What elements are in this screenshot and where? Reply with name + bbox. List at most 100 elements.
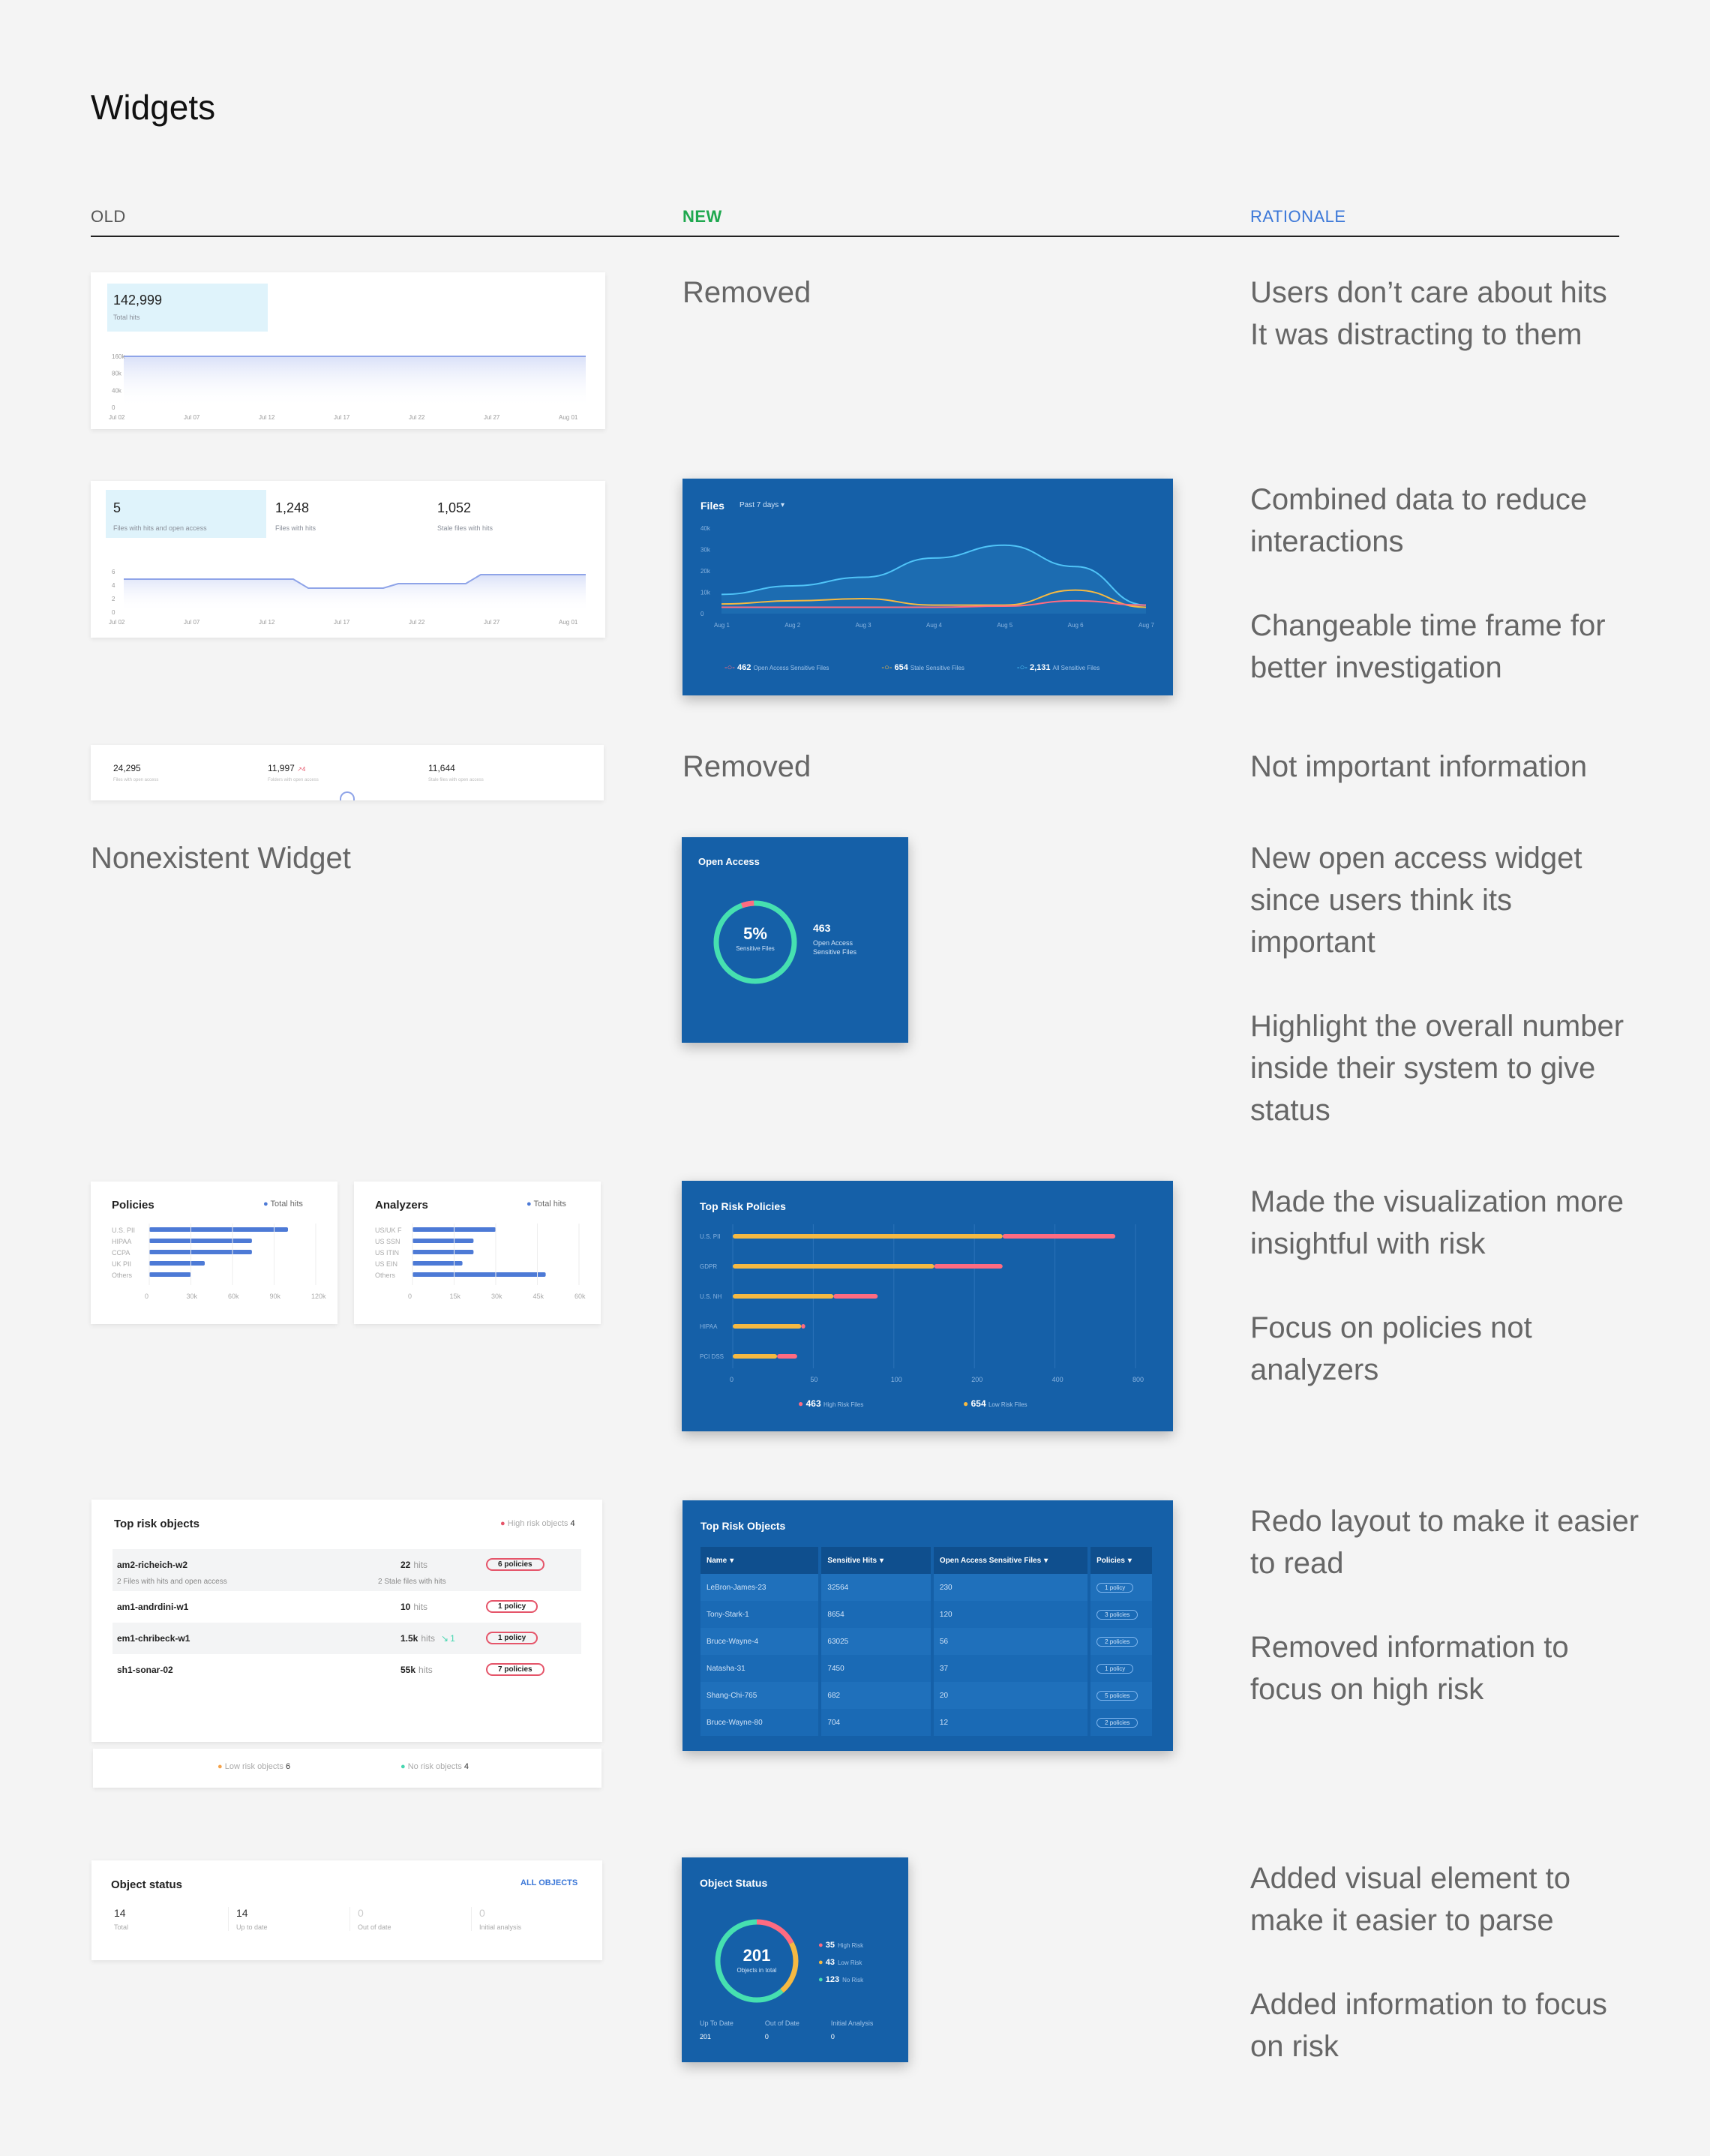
table-cell: Bruce-Wayne-80 <box>700 1709 822 1736</box>
trp-legend-low[interactable]: ● 654 Low Risk Files <box>963 1398 1028 1409</box>
bar[interactable] <box>412 1250 474 1254</box>
old2-stat-2-value[interactable]: 1,248 <box>275 500 309 516</box>
bar-high-risk[interactable] <box>1002 1234 1116 1239</box>
legend-open-access[interactable]: -○- 462 Open Access Sensitive Files <box>724 663 829 672</box>
policies-badge[interactable]: 1 policy <box>1096 1663 1134 1674</box>
table-cell: Natasha-31 <box>700 1655 822 1682</box>
column-header-label: Policies <box>1096 1556 1125 1565</box>
table-cell: 1 policy <box>1089 1574 1155 1601</box>
policies-badge[interactable]: 2 policies <box>1096 1636 1138 1647</box>
table-row[interactable]: em1-chribeck-w1 1.5k hits ↘ 1 1 policy <box>112 1623 581 1654</box>
status-stat: 14 Up to date <box>228 1907 350 1931</box>
status-legend-item[interactable]: ● 35 High Risk <box>818 1937 863 1954</box>
status-stat: 0 Out of date <box>350 1907 471 1931</box>
bar[interactable] <box>149 1250 252 1254</box>
status-stat-label: Up to date <box>236 1923 268 1931</box>
total-hits-label: Total hits <box>113 314 140 321</box>
open-access-value: 463 <box>813 922 831 934</box>
trp-legend-high-label: High Risk Files <box>823 1401 864 1408</box>
row4-old-nonexistent: Nonexistent Widget <box>91 842 351 875</box>
table-row[interactable]: am1-andrdini-w1 10 hits 1 policy <box>112 1591 581 1623</box>
legend-all[interactable]: -○- 2,131 All Sensitive Files <box>1017 663 1100 672</box>
object-hits: 1.5k hits ↘ 1 <box>400 1633 455 1644</box>
category-label: U.S. PII <box>112 1227 135 1234</box>
bar-low-risk[interactable] <box>733 1294 834 1299</box>
status-legend-item[interactable]: ● 123 No Risk <box>818 1971 863 1989</box>
bar-high-risk[interactable] <box>777 1354 797 1359</box>
table-cell: 63025 <box>820 1628 934 1655</box>
table-row[interactable]: Bruce-Wayne-80 704 12 2 policies <box>700 1709 1155 1736</box>
x-tick-label: 30k <box>187 1293 198 1300</box>
table-row[interactable]: Bruce-Wayne-4 63025 56 2 policies <box>700 1628 1155 1655</box>
policies-badge[interactable]: 1 policy <box>486 1600 538 1613</box>
legend-stale[interactable]: -○- 654 Stale Sensitive Files <box>881 663 964 672</box>
bar-low-risk[interactable] <box>733 1264 934 1269</box>
table-row[interactable]: Natasha-31 7450 37 1 policy <box>700 1655 1155 1682</box>
bar[interactable] <box>149 1272 191 1277</box>
bar[interactable] <box>412 1261 463 1266</box>
tro-old-list: am2-richeich-w2 22 hits 6 policies 2 Files w… <box>112 1549 581 1686</box>
policies-legend: ● Total hits <box>263 1200 303 1209</box>
row4-rationale-p1: New open access widget since users think… <box>1250 842 1582 959</box>
table-row[interactable]: sh1-sonar-02 55k hits 7 policies <box>112 1654 581 1686</box>
trp-legend-high-value: 463 <box>806 1398 821 1409</box>
bar-low-risk[interactable] <box>733 1354 778 1359</box>
trp-legend-high[interactable]: ● 463 High Risk Files <box>798 1398 863 1409</box>
x-tick-label: Jul 22 <box>409 619 425 626</box>
open-access-widget: Open Access 5% Sensitive Files 463 Open … <box>682 837 908 1043</box>
table-row[interactable]: Tony-Stark-1 8654 120 3 policies <box>700 1601 1155 1628</box>
old3-stat-1-value: 24,295 <box>113 763 141 773</box>
old-total-hits-widget: 142,999 Total hits 160k 80k 40k 0 Jul 02 Jul… <box>91 272 605 429</box>
bar-low-risk[interactable] <box>733 1324 802 1329</box>
total-hits-chart: 160k 80k 40k 0 Jul 02 Jul 07 Jul 12 Jul 17 Jul … <box>109 353 586 421</box>
bar-high-risk[interactable] <box>801 1324 806 1329</box>
new-object-status-widget: Object Status 201 Objects in total ● 35 H… <box>682 1857 908 2062</box>
legend-open-access-value: 462 <box>737 663 752 672</box>
bar[interactable] <box>149 1227 288 1232</box>
old2-stat-3-value[interactable]: 1,052 <box>437 500 471 516</box>
object-name: am2-richeich-w2 <box>117 1560 188 1570</box>
expand-handle-icon[interactable] <box>340 791 355 800</box>
x-tick-label: Jul 12 <box>259 619 275 626</box>
category-label: GDPR <box>700 1263 717 1270</box>
column-header[interactable]: Name ▾ <box>700 1547 822 1574</box>
policies-badge[interactable]: 1 policy <box>1096 1582 1134 1593</box>
policies-badge[interactable]: 7 policies <box>486 1663 544 1676</box>
status-legend-item[interactable]: ● 43 Low Risk <box>818 1954 863 1971</box>
column-header[interactable]: Policies ▾ <box>1089 1547 1155 1574</box>
column-header[interactable]: Open Access Sensitive Files ▾ <box>932 1547 1091 1574</box>
column-header-rationale: RATIONALE <box>1250 207 1346 226</box>
table-cell: LeBron-James-23 <box>700 1574 822 1601</box>
all-objects-link[interactable]: ALL OBJECTS <box>520 1878 578 1887</box>
column-header[interactable]: Sensitive Hits ▾ <box>820 1547 934 1574</box>
table-row[interactable]: am2-richeich-w2 22 hits 6 policies 2 Files w… <box>112 1549 581 1591</box>
bar-low-risk[interactable] <box>733 1234 1003 1239</box>
column-header-label: Name <box>706 1556 728 1565</box>
bar-high-risk[interactable] <box>934 1264 1003 1269</box>
bar[interactable] <box>149 1261 205 1266</box>
policies-badge[interactable]: 5 policies <box>1096 1690 1138 1701</box>
category-label: HIPAA <box>700 1323 718 1330</box>
bar[interactable] <box>412 1239 474 1243</box>
row3-rationale: Not important information <box>1250 746 1640 788</box>
policies-badge[interactable]: 6 policies <box>486 1558 544 1571</box>
table-row[interactable]: Shang-Chi-765 682 20 5 policies <box>700 1682 1155 1709</box>
policies-badge[interactable]: 1 policy <box>486 1632 538 1644</box>
files-widget: Files Past 7 days ▾ 40k 30k 20k 10k 0 Aug 1 Au… <box>682 479 1173 695</box>
timeframe-dropdown[interactable]: Past 7 days ▾ <box>740 501 784 509</box>
status-legend-value: 43 <box>825 1958 835 1967</box>
row5-rationale-p1: Made the visualization more insightful w… <box>1250 1185 1624 1260</box>
y-tick-label: 80k <box>112 371 122 377</box>
bar[interactable] <box>412 1272 546 1277</box>
status-legend-label: High Risk <box>837 1942 864 1949</box>
bar[interactable] <box>149 1239 252 1243</box>
bar-high-risk[interactable] <box>833 1294 878 1299</box>
policies-badge[interactable]: 2 policies <box>1096 1717 1138 1728</box>
row2-rationale-p1: Combined data to reduce interactions <box>1250 483 1588 558</box>
category-label: US ITIN <box>375 1249 399 1257</box>
policies-badge[interactable]: 3 policies <box>1096 1609 1138 1620</box>
total-hits-value: 142,999 <box>113 293 163 308</box>
total-hits-stat[interactable]: 142,999 Total hits <box>107 284 268 332</box>
table-row[interactable]: LeBron-James-23 32564 230 1 policy <box>700 1574 1155 1601</box>
category-label: UK PII <box>112 1260 131 1268</box>
